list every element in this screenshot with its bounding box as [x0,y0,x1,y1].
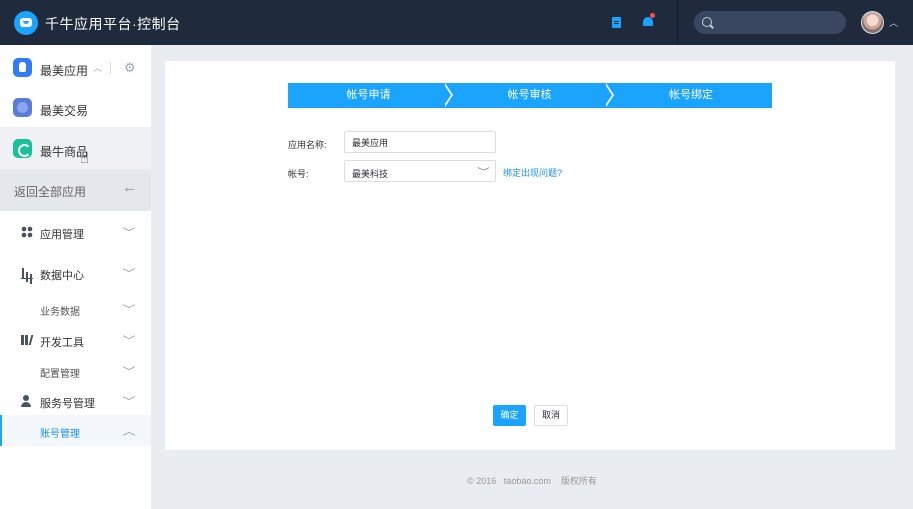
app-name-label: 应用名称: [288,140,327,150]
step-progress: 帐号申请 帐号审核 帐号绑定 [288,83,772,108]
account-label: 帐号: [288,169,309,179]
nav-app-management[interactable]: 应用管理 ﹀ [0,216,151,247]
step-separator [604,83,612,107]
chevron-up-icon: ︿ [122,427,136,438]
nav-label: 服务号管理 [40,398,95,410]
sidebar-app-zuimei-jiaoyi[interactable]: 最美交易 [0,87,151,127]
confirm-button[interactable]: 确定 [493,405,526,426]
bell-icon[interactable] [643,13,655,27]
chevron-down-icon: ﹀ [122,336,136,347]
account-select-value: 最美科技 [352,169,389,179]
sidebar: 最美应用 ︿ ⚙ 最美交易 最牛商品 返回全部应用 ← 应用管理 ﹀ 数据中心 … [0,45,151,509]
chevron-down-icon: ﹀ [122,228,136,239]
nav-label: 数据中心 [40,270,84,282]
binding-help-link[interactable]: 绑定出现问题? [503,166,562,179]
sidebar-app-label: 最美交易 [40,104,89,118]
main-card: 帐号申请 帐号审核 帐号绑定 应用名称: 帐号: 最美科技 ﹀ 绑定出现问题? … [165,61,895,450]
nav-label: 业务数据 [40,307,80,318]
step-1: 帐号申请 [288,83,449,108]
bar-chart-icon [21,267,33,279]
chevron-down-icon: ﹀ [122,367,136,378]
nav-account-management[interactable]: 账号管理 ︿ [0,415,151,446]
chevron-down-icon: ﹀ [122,397,136,408]
nav-label: 账号管理 [40,429,80,440]
search-icon [702,17,712,27]
grid-icon [21,226,33,238]
tools-icon [21,334,33,346]
divider [110,62,111,74]
app-title: 千牛应用平台·控制台 [45,16,181,32]
arrow-left-icon: ← [122,179,137,196]
chevron-down-icon: ﹀ [477,167,490,177]
avatar[interactable] [861,11,884,34]
user-settings-icon [21,395,33,407]
notification-dot [650,13,655,18]
chevron-down-icon: ﹀ [122,305,136,316]
chevron-up-icon[interactable]: ︿ [93,61,102,74]
account-select[interactable]: 最美科技 ﹀ [344,160,496,182]
gear-icon[interactable]: ⚙ [124,60,136,76]
step-2: 帐号审核 [449,83,610,108]
logo-icon[interactable] [14,11,38,35]
app-icon [13,98,32,117]
top-bar: 千牛应用平台·控制台 ︿ [0,0,913,45]
cancel-button[interactable]: 取消 [534,405,568,426]
chevron-up-icon[interactable]: ︿ [889,16,898,29]
nav-business-data[interactable]: 业务数据 ﹀ [0,293,151,324]
app-name-field[interactable] [344,131,496,153]
nav-data-center[interactable]: 数据中心 ﹀ [0,257,151,288]
chevron-down-icon: ﹀ [122,269,136,280]
document-icon[interactable] [612,17,621,28]
app-icon [13,58,32,77]
search-box[interactable] [694,11,846,34]
nav-dev-tools[interactable]: 开发工具 ﹀ [0,324,151,355]
nav-config-management[interactable]: 配置管理 ﹀ [0,355,151,386]
nav-service-account-management[interactable]: 服务号管理 ﹀ [0,385,151,416]
hand-cursor-icon: ☝ [80,150,90,167]
step-separator [443,83,451,107]
sidebar-app-label: 最美应用 [40,64,89,78]
app-icon [13,139,32,158]
back-label: 返回全部应用 [14,185,87,199]
sidebar-app-zuimei-yingyong[interactable]: 最美应用 ︿ ⚙ [0,47,151,87]
nav-label: 配置管理 [40,369,80,380]
back-to-all-apps[interactable]: 返回全部应用 ← [0,169,151,211]
nav-label: 应用管理 [40,229,84,241]
nav-label: 开发工具 [40,337,84,349]
step-3: 帐号绑定 [610,83,772,108]
footer-copyright: © 2016 taobao.com 版权所有 [467,476,597,486]
topbar-divider [677,0,678,45]
search-input[interactable] [718,14,838,31]
sidebar-app-zuiniu-shangpin[interactable]: 最牛商品 [0,127,151,169]
